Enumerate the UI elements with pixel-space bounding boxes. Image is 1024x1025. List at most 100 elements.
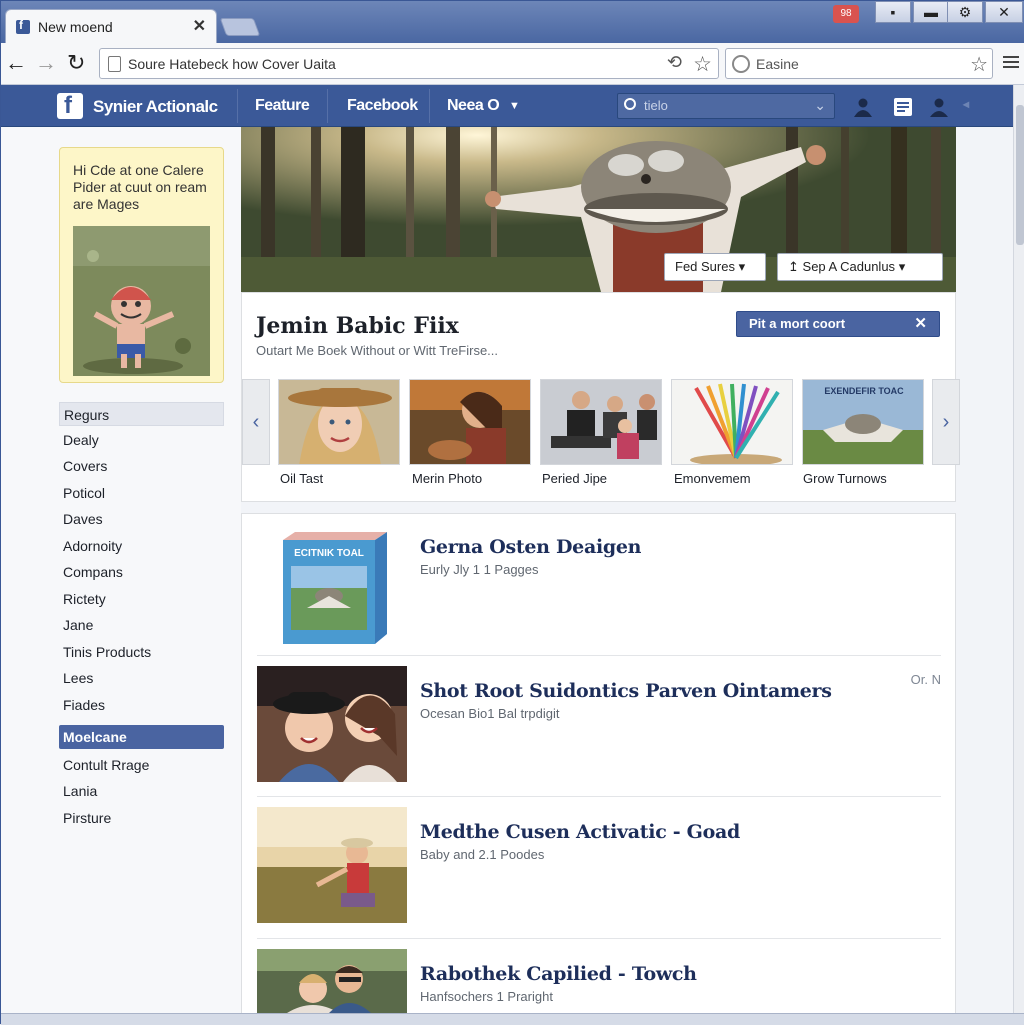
nav-feature[interactable]: Feature — [255, 97, 310, 115]
pin-post-button[interactable]: Pit a mort coort ✕ — [736, 311, 940, 337]
carousel-prev-icon[interactable]: ‹ — [242, 379, 270, 465]
thumb-label-5[interactable]: Grow Turnows — [803, 471, 887, 486]
search-engine-icon — [732, 55, 750, 73]
divider — [429, 89, 430, 123]
browser-window: New moend ✕ 98 ▪ ▬ ⚙ ✕ ← → ↻ Soure Hateb… — [0, 0, 1024, 1025]
window-close-icon[interactable]: ✕ — [985, 1, 1023, 23]
sidebar-item-poticol[interactable]: Poticol — [59, 481, 224, 505]
site-brand[interactable]: Synier Actionalc — [93, 97, 218, 117]
restore-icon[interactable]: ▬ — [913, 1, 949, 23]
photo-thumb-1[interactable] — [278, 379, 400, 465]
sidebar-item-regurs[interactable]: Regurs — [59, 402, 224, 426]
profile-card: Jemin Babic Fiix Outart Me Boek Without … — [241, 292, 960, 502]
sidebar-item-rictety[interactable]: Rictety — [59, 587, 224, 611]
dropdown-arrow-icon: ▾ — [738, 259, 746, 274]
sidebar-item-jane[interactable]: Jane — [59, 613, 224, 637]
sidebar-item-fiades[interactable]: Fiades — [59, 693, 224, 717]
thumb-label-4[interactable]: Emonvemem — [674, 471, 751, 486]
back-arrow-icon[interactable]: ← — [5, 51, 27, 75]
feed-title[interactable]: Gerna Osten Deaigen — [420, 536, 641, 558]
sidebar-item-adornoity[interactable]: Adornoity — [59, 534, 224, 558]
star-icon[interactable]: ☆ — [970, 52, 988, 77]
feed-item[interactable]: Rabothek Capilied - Towch Hanfsochers 1 … — [257, 949, 941, 1019]
feed-subtitle: Eurly Jly 1 1 Pagges — [420, 562, 539, 577]
forward-arrow-icon[interactable]: → — [35, 51, 57, 75]
new-tab-button[interactable] — [219, 18, 261, 36]
carousel-next-icon[interactable]: › — [932, 379, 960, 465]
divider — [327, 89, 328, 123]
photo-thumb-3[interactable] — [540, 379, 662, 465]
feed-meta: Or. N — [910, 672, 941, 687]
feed-divider — [257, 938, 941, 939]
photo-thumb-5[interactable]: EXENDEFIR TOAC — [802, 379, 924, 465]
gear-icon[interactable]: ⚙ — [947, 1, 983, 23]
thumb-label-1[interactable]: Oil Tast — [280, 471, 323, 486]
address-bar[interactable]: Soure Hatebeck how Cover Uaita ⟲ ☆ — [99, 48, 719, 79]
thumb5-caption: EXENDEFIR TOAC — [824, 386, 904, 396]
chevron-down-icon[interactable]: ⌄ — [814, 97, 826, 114]
facebook-search-input[interactable]: tielo ⌄ — [617, 93, 835, 119]
sidebar-item-covers[interactable]: Covers — [59, 454, 224, 478]
search-icon — [624, 98, 636, 110]
feed-title[interactable]: Medthe Cusen Activatic - Goad — [420, 821, 740, 843]
sidebar-item-compans[interactable]: Compans — [59, 560, 224, 584]
vertical-scrollbar[interactable] — [1013, 85, 1024, 1015]
page-title: Jemin Babic Fiix — [256, 313, 459, 339]
browser-tab[interactable]: New moend ✕ — [5, 9, 217, 43]
sidebar-item-tinis-products[interactable]: Tinis Products — [59, 640, 224, 664]
sidebar-item-dealy[interactable]: Dealy — [59, 428, 224, 452]
feed-item[interactable]: ECITNIK TOAL Gerna Osten Deaigen Eurly J… — [257, 522, 941, 652]
divider — [237, 89, 238, 123]
feed-title[interactable]: Shot Root Suidontics Parven Ointamers — [420, 680, 832, 702]
scrollbar-thumb[interactable] — [1016, 105, 1024, 245]
feed-image — [257, 949, 407, 1013]
profile-icon[interactable] — [929, 97, 949, 117]
tab-close-icon[interactable]: ✕ — [193, 16, 206, 36]
messages-icon[interactable] — [893, 97, 913, 117]
close-icon[interactable]: ✕ — [914, 312, 927, 336]
feed-image — [257, 807, 407, 923]
thumb-label-3[interactable]: Peried Jipe — [542, 471, 607, 486]
menu-icon[interactable] — [1003, 53, 1019, 69]
reload-icon[interactable]: ↻ — [67, 51, 85, 75]
settings-arrow-icon[interactable]: ◂ — [963, 97, 969, 111]
sidebar-item-contult-rrage[interactable]: Contult Rrage — [59, 753, 224, 777]
search-placeholder: tielo — [644, 98, 668, 113]
sidebar-item-daves[interactable]: Daves — [59, 507, 224, 531]
browser-toolbar: ← → ↻ Soure Hatebeck how Cover Uaita ⟲ ☆… — [1, 43, 1024, 85]
search-engine-label: Easine — [756, 56, 799, 72]
photo-thumb-4[interactable] — [671, 379, 793, 465]
feed-item[interactable]: Medthe Cusen Activatic - Goad Baby and 2… — [257, 807, 941, 925]
bookmark-star-icon[interactable]: ☆ — [693, 52, 712, 77]
setup-button[interactable]: ↥ Sep A Cadunlus ▾ — [777, 253, 943, 281]
feed-subtitle: Hanfsochers 1 Praright — [420, 989, 553, 1004]
feed-divider — [257, 655, 941, 656]
feed-image — [257, 666, 407, 782]
tab-title: New moend — [38, 19, 113, 35]
extension-icon[interactable]: ⟲ — [667, 52, 682, 73]
sidebar-item-pirsture[interactable]: Pirsture — [59, 806, 224, 830]
browser-search-box[interactable]: Easine ☆ — [725, 48, 993, 79]
feed-item[interactable]: Shot Root Suidontics Parven Ointamers Oc… — [257, 666, 941, 784]
friend-requests-icon[interactable] — [853, 97, 873, 117]
sidebar-item-moelcane[interactable]: Moelcane — [59, 725, 224, 749]
sidebar-item-lania[interactable]: Lania — [59, 779, 224, 803]
left-sidebar: Hi Cde at one Calere Pider at cuut on re… — [1, 127, 241, 1017]
chevron-down-icon[interactable]: ▼ — [509, 100, 520, 112]
tab-strip: New moend ✕ 98 ▪ ▬ ⚙ ✕ — [1, 1, 1024, 43]
nav-neea[interactable]: Neea O — [447, 97, 500, 115]
photo-thumb-2[interactable] — [409, 379, 531, 465]
feed-title[interactable]: Rabothek Capilied - Towch — [420, 963, 697, 985]
horizontal-scrollbar[interactable] — [1, 1013, 1024, 1025]
sidebar-item-lees[interactable]: Lees — [59, 666, 224, 690]
product-box-text: ECITNIK TOAL — [294, 548, 364, 559]
page-subtitle: Outart Me Boek Without or Witt TreFirse.… — [256, 343, 499, 358]
promo-box[interactable]: Hi Cde at one Calere Pider at cuut on re… — [59, 147, 224, 383]
thumb-label-2[interactable]: Merin Photo — [412, 471, 482, 486]
followers-button-label: Fed Sures — [675, 259, 735, 274]
minimize-icon[interactable]: ▪ — [875, 1, 911, 23]
facebook-logo-icon[interactable] — [57, 92, 83, 120]
followers-button[interactable]: Fed Sures ▾ — [664, 253, 766, 281]
feed-divider — [257, 796, 941, 797]
nav-facebook[interactable]: Facebook — [347, 97, 418, 115]
